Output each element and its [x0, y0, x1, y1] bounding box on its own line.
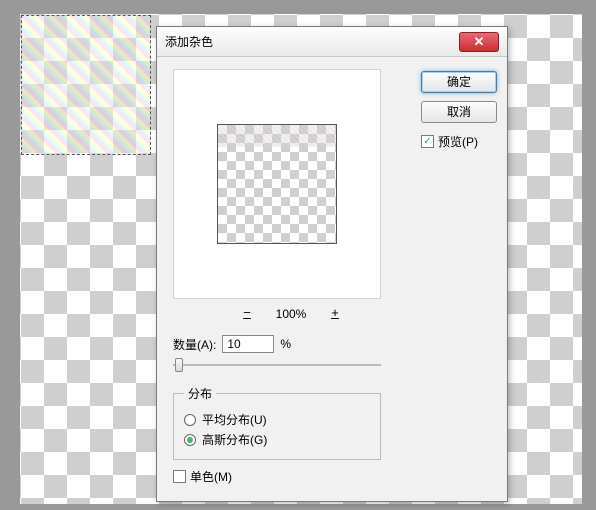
gaussian-radio[interactable]	[184, 434, 196, 446]
uniform-label: 平均分布(U)	[202, 411, 267, 428]
amount-label: 数量(A):	[173, 336, 216, 353]
preview-checkbox[interactable]: ✓	[421, 135, 434, 148]
monochrome-label: 单色(M)	[190, 468, 232, 485]
amount-slider[interactable]	[173, 357, 381, 373]
zoom-out-button[interactable]: −	[239, 307, 255, 321]
distribution-legend: 分布	[184, 385, 216, 402]
amount-input[interactable]	[222, 335, 274, 353]
slider-track	[173, 364, 381, 366]
zoom-value: 100%	[273, 307, 309, 321]
preview-noise-overlay	[218, 125, 336, 147]
preview-label: 预览(P)	[438, 133, 478, 150]
preview-panel	[173, 69, 381, 299]
add-noise-dialog: 添加杂色 ✕ − 100% + 数量(A): %	[156, 26, 508, 502]
distribution-group: 分布 平均分布(U) 高斯分布(G)	[173, 385, 381, 460]
gaussian-label: 高斯分布(G)	[202, 431, 267, 448]
cancel-button[interactable]: 取消	[421, 101, 497, 123]
ok-button[interactable]: 确定	[421, 71, 497, 93]
close-icon: ✕	[474, 34, 485, 50]
monochrome-checkbox[interactable]	[173, 470, 186, 483]
amount-suffix: %	[280, 337, 291, 351]
noise-selection-region[interactable]	[21, 15, 151, 155]
close-button[interactable]: ✕	[459, 32, 499, 52]
dialog-title: 添加杂色	[165, 33, 213, 50]
preview-thumbnail[interactable]	[217, 124, 337, 244]
zoom-in-button[interactable]: +	[327, 307, 343, 321]
uniform-radio[interactable]	[184, 414, 196, 426]
dialog-titlebar[interactable]: 添加杂色 ✕	[157, 27, 507, 57]
slider-thumb[interactable]	[175, 358, 183, 372]
